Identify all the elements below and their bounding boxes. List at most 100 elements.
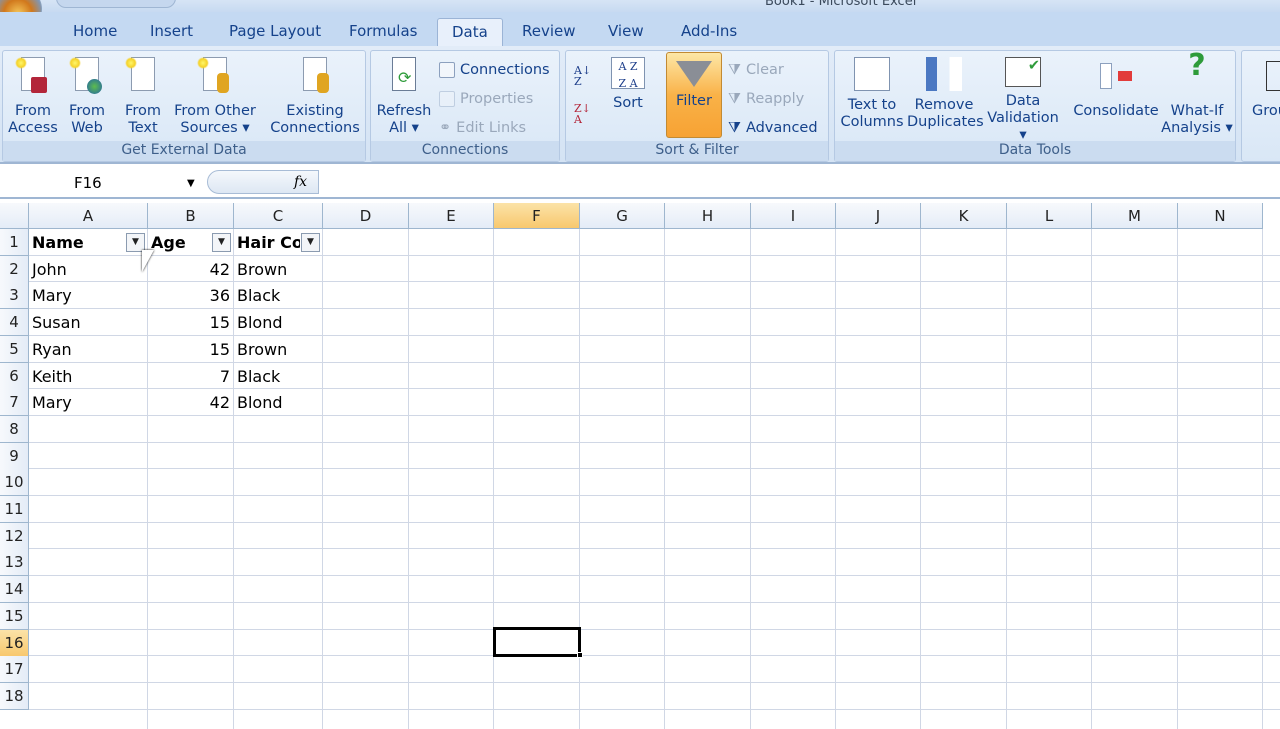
- tab-data[interactable]: Data: [437, 18, 503, 46]
- consolidate-button[interactable]: Consolidate: [1073, 55, 1159, 120]
- sort-a-to-z-icon[interactable]: A↓ Z: [574, 65, 591, 87]
- fill-handle[interactable]: [577, 652, 583, 658]
- table-cell[interactable]: Brown: [237, 256, 319, 283]
- connections-button[interactable]: Connections: [439, 59, 550, 81]
- from-text-button[interactable]: From Text: [119, 55, 167, 137]
- edit-links-button[interactable]: ⚭ Edit Links: [439, 117, 526, 139]
- header-cell[interactable]: Name: [32, 229, 125, 256]
- active-cell-f16[interactable]: [493, 627, 581, 657]
- what-if-analysis-button[interactable]: ? What-If Analysis ▾: [1161, 51, 1233, 137]
- table-cell[interactable]: Keith: [32, 363, 144, 390]
- column-header-m[interactable]: M: [1092, 203, 1178, 229]
- row-header-1[interactable]: 1: [0, 229, 29, 256]
- gridline: [750, 229, 751, 729]
- sort-z-to-a-icon[interactable]: Z↓ A: [574, 103, 591, 125]
- table-cell[interactable]: 15: [151, 336, 230, 363]
- gridline: [29, 628, 1280, 630]
- table-cell[interactable]: 42: [151, 256, 230, 283]
- select-all-button[interactable]: [0, 203, 29, 229]
- table-cell[interactable]: 7: [151, 363, 230, 390]
- sort-button[interactable]: A ZZ A Sort: [606, 55, 650, 112]
- group-button[interactable]: Grou: [1252, 55, 1280, 120]
- tab-add-ins[interactable]: Add-Ins: [681, 18, 737, 46]
- row-header-10[interactable]: 10: [0, 469, 29, 497]
- column-header-g[interactable]: G: [580, 203, 665, 229]
- table-cell[interactable]: Brown: [237, 336, 319, 363]
- tab-review[interactable]: Review: [522, 18, 576, 46]
- data-validation-button[interactable]: ✔ Data Validation ▾: [985, 55, 1061, 144]
- from-access-button[interactable]: From Access: [7, 55, 59, 137]
- group-label: Sort & Filter: [566, 141, 828, 161]
- row-header-12[interactable]: 12: [0, 522, 29, 550]
- filter-dropdown-icon[interactable]: ▼: [212, 233, 231, 252]
- gridline: [29, 601, 1280, 603]
- table-cell[interactable]: Mary: [32, 282, 144, 309]
- column-header-j[interactable]: J: [836, 203, 921, 229]
- window-title: Book1 - Microsoft Excel: [765, 0, 917, 9]
- table-cell[interactable]: John: [32, 256, 144, 283]
- table-cell[interactable]: 36: [151, 282, 230, 309]
- clear-button[interactable]: ⧩ Clear: [728, 59, 784, 81]
- table-cell[interactable]: 15: [151, 309, 230, 336]
- tab-home[interactable]: Home: [73, 18, 117, 46]
- row-header-14[interactable]: 14: [0, 576, 29, 604]
- title-bar: Book1 - Microsoft Excel: [0, 0, 1280, 12]
- column-header-e[interactable]: E: [409, 203, 494, 229]
- tab-page-layout[interactable]: Page Layout: [229, 18, 321, 46]
- table-cell[interactable]: Black: [237, 282, 319, 309]
- existing-connections-button[interactable]: Existing Connections: [269, 55, 361, 137]
- text-to-columns-button[interactable]: Text to Columns: [839, 55, 905, 131]
- row-header-9[interactable]: 9: [0, 442, 29, 470]
- table-cell[interactable]: Blond: [237, 389, 319, 416]
- table-cell[interactable]: Susan: [32, 309, 144, 336]
- column-header-k[interactable]: K: [921, 203, 1007, 229]
- tab-insert[interactable]: Insert: [150, 18, 193, 46]
- advanced-button[interactable]: ⧩ Advanced: [728, 117, 818, 139]
- column-header-d[interactable]: D: [323, 203, 409, 229]
- row-header-18[interactable]: 18: [0, 682, 29, 710]
- table-cell[interactable]: Black: [237, 363, 319, 390]
- column-header-b[interactable]: B: [148, 203, 234, 229]
- column-header-f[interactable]: F: [494, 203, 580, 229]
- header-cell[interactable]: Hair Col: [237, 229, 300, 256]
- row-header-3[interactable]: 3: [0, 282, 29, 310]
- column-header-l[interactable]: L: [1007, 203, 1092, 229]
- filter-button[interactable]: Filter: [666, 52, 722, 138]
- row-header-16[interactable]: 16: [0, 629, 29, 657]
- column-header-i[interactable]: I: [751, 203, 836, 229]
- formula-input[interactable]: [320, 168, 1280, 196]
- from-other-sources-button[interactable]: From Other Sources ▾: [173, 55, 257, 137]
- name-box-dropdown-icon[interactable]: ▼: [187, 178, 195, 189]
- column-header-h[interactable]: H: [665, 203, 751, 229]
- tab-view[interactable]: View: [608, 18, 644, 46]
- row-header-13[interactable]: 13: [0, 549, 29, 577]
- column-header-a[interactable]: A: [29, 203, 148, 229]
- reapply-button[interactable]: ⧩ Reapply: [728, 88, 804, 110]
- row-header-6[interactable]: 6: [0, 362, 29, 390]
- quick-access-toolbar[interactable]: [56, 0, 176, 8]
- table-cell[interactable]: Ryan: [32, 336, 144, 363]
- insert-function-icon[interactable]: fx: [294, 174, 307, 190]
- tab-formulas[interactable]: Formulas: [349, 18, 417, 46]
- name-box[interactable]: F16: [0, 168, 204, 196]
- filter-dropdown-icon[interactable]: ▼: [301, 233, 320, 252]
- properties-button[interactable]: Properties: [439, 88, 533, 110]
- row-header-17[interactable]: 17: [0, 656, 29, 684]
- refresh-all-button[interactable]: ⟳ Refresh All ▾: [375, 55, 433, 137]
- table-cell[interactable]: Blond: [237, 309, 319, 336]
- table-cell[interactable]: Mary: [32, 389, 144, 416]
- row-header-4[interactable]: 4: [0, 309, 29, 337]
- row-header-2[interactable]: 2: [0, 255, 29, 283]
- row-header-8[interactable]: 8: [0, 415, 29, 443]
- column-header-c[interactable]: C: [234, 203, 323, 229]
- remove-duplicates-button[interactable]: Remove Duplicates: [907, 55, 984, 131]
- header-cell[interactable]: Age: [151, 229, 211, 256]
- table-cell[interactable]: 42: [151, 389, 230, 416]
- row-header-11[interactable]: 11: [0, 496, 29, 523]
- row-header-15[interactable]: 15: [0, 602, 29, 630]
- row-header-5[interactable]: 5: [0, 335, 29, 363]
- row-header-7[interactable]: 7: [0, 389, 29, 417]
- column-header-n[interactable]: N: [1178, 203, 1263, 229]
- ribbon: From Access From Web From Text From Other So…: [0, 46, 1280, 164]
- from-web-button[interactable]: From Web: [63, 55, 111, 137]
